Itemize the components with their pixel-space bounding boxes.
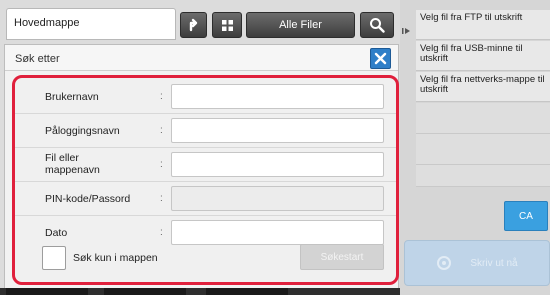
close-icon — [374, 52, 387, 65]
login-name-row: Påloggingsnavn : — [15, 114, 396, 148]
task-usb-print-label: Velg fil fra USB-minne til utskrift — [420, 43, 523, 64]
task-slot-empty — [416, 103, 550, 134]
login-name-input[interactable] — [171, 118, 384, 143]
login-name-label: Påloggingsnavn — [45, 125, 120, 137]
colon: : — [160, 125, 163, 136]
colon: : — [160, 91, 163, 102]
username-row: Brukernavn : — [15, 80, 396, 114]
play-icon — [402, 28, 410, 34]
search-criteria-panel: Brukernavn : Påloggingsnavn : Fil eller … — [12, 75, 399, 285]
folder-up-button[interactable] — [180, 12, 207, 38]
print-now-label: Skriv ut nå — [470, 257, 518, 269]
search-button[interactable] — [360, 12, 394, 38]
dialog-title: Søk etter — [15, 53, 60, 65]
all-files-button[interactable]: Alle Filer — [246, 12, 355, 38]
file-or-folder-name-input[interactable] — [171, 152, 384, 177]
task-network-print-label: Velg fil fra nettverks-mappe til utskrif… — [420, 74, 545, 95]
main-folder-field[interactable]: Hovedmappe — [6, 8, 176, 40]
start-search-button: Søkestart — [300, 244, 384, 270]
search-in-folder-label: Søk kun i mappen — [73, 252, 158, 264]
colon: : — [160, 227, 163, 238]
username-input[interactable] — [171, 84, 384, 109]
ca-label: CA — [519, 210, 533, 222]
task-slot-empty — [416, 165, 550, 187]
task-usb-print[interactable]: Velg fil fra USB-minne til utskrift — [416, 41, 550, 71]
date-label: Dato — [45, 227, 68, 239]
pin-password-input — [171, 186, 384, 211]
username-label: Brukernavn — [45, 91, 99, 103]
file-or-folder-name-label: Fil eller mappenavn — [45, 152, 100, 176]
task-network-print[interactable]: Velg fil fra nettverks-mappe til utskrif… — [416, 72, 550, 102]
folder-up-icon — [189, 18, 197, 32]
grid-icon — [221, 19, 233, 31]
main-folder-label: Hovedmappe — [14, 17, 80, 29]
colon: : — [160, 193, 163, 204]
bottom-tab[interactable] — [6, 288, 88, 295]
task-slot-empty — [416, 134, 550, 165]
close-button[interactable] — [370, 48, 391, 69]
task-ftp-print-label: Velg fil fra FTP til utskrift — [420, 12, 523, 23]
top-toolbar: Hovedmappe Alle Filer — [6, 8, 402, 42]
task-ftp-print[interactable]: Velg fil fra FTP til utskrift — [416, 10, 550, 40]
bottom-tab[interactable] — [206, 288, 288, 295]
search-icon — [370, 18, 385, 33]
colon: : — [160, 159, 163, 170]
ca-button[interactable]: CA — [504, 201, 548, 231]
date-input[interactable] — [171, 220, 384, 245]
bottom-tab[interactable] — [104, 288, 186, 295]
start-search-label: Søkestart — [320, 251, 364, 263]
pin-password-row: PIN-kode/Passord : — [15, 182, 396, 216]
screen: Hovedmappe Alle Filer Søk etter Brukerna… — [0, 0, 550, 295]
print-now-button: Skriv ut nå — [404, 240, 550, 286]
pin-password-label: PIN-kode/Passord — [45, 193, 131, 205]
file-or-folder-name-row: Fil eller mappenavn : — [15, 148, 396, 182]
dialog-header: Søk etter — [5, 45, 398, 71]
print-icon — [437, 256, 452, 270]
search-dialog: Søk etter Brukernavn : Påloggingsnavn : … — [4, 44, 399, 290]
all-files-label: Alle Filer — [279, 19, 322, 31]
thumbnail-view-button[interactable] — [212, 12, 242, 38]
search-in-folder-checkbox[interactable] — [42, 246, 66, 270]
